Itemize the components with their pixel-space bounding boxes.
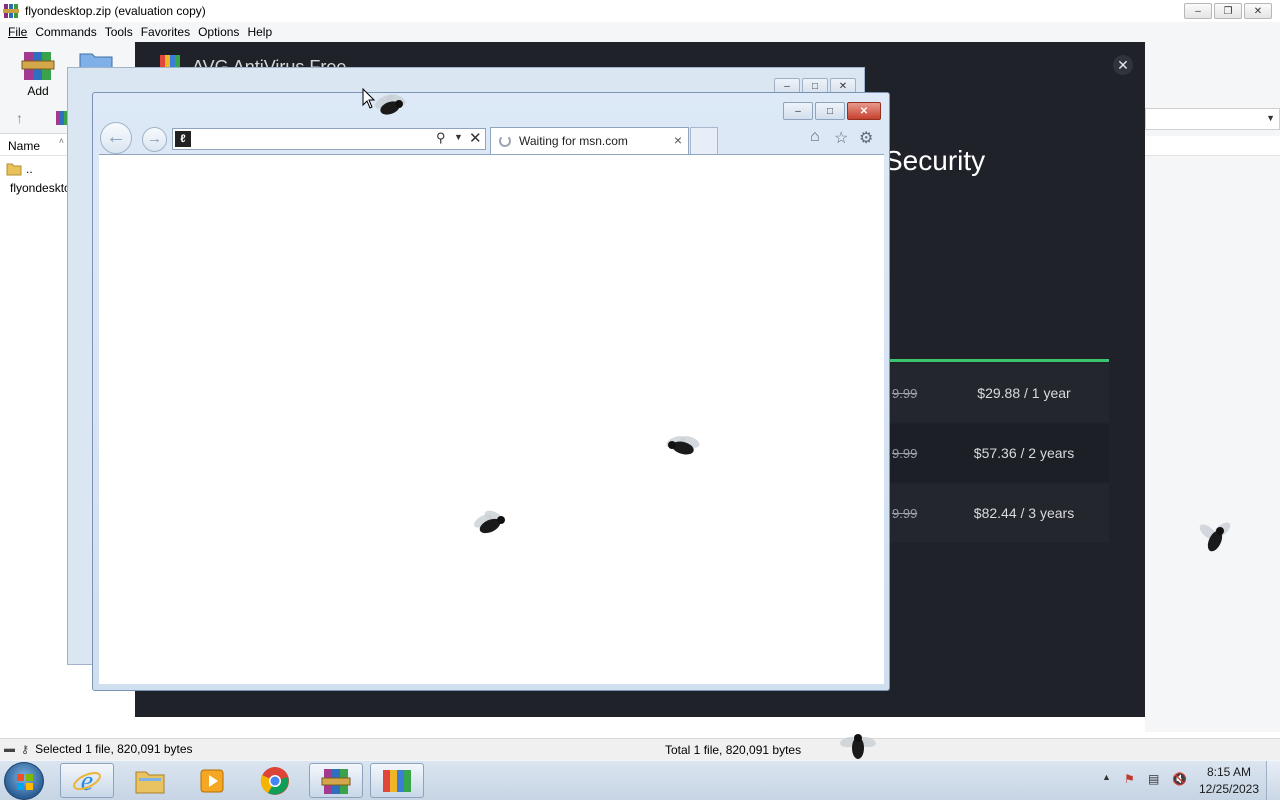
file-name: .. xyxy=(26,162,33,176)
price-option[interactable]: 9.99 $29.88 / 1 year xyxy=(890,364,1109,422)
new-price: $82.44 / 3 years xyxy=(973,505,1075,521)
list-item[interactable]: flyondesktop xyxy=(0,179,68,197)
menu-options[interactable]: Options xyxy=(198,25,239,39)
fly-icon xyxy=(374,94,406,115)
close-button[interactable]: ✕ xyxy=(1244,3,1272,19)
column-header-name[interactable]: Name ˄ xyxy=(0,136,68,156)
home-icon[interactable]: ⌂ xyxy=(810,128,820,146)
old-price: 9.99 xyxy=(892,505,918,521)
clock-date: 12/25/2023 xyxy=(1198,782,1260,796)
gear-icon[interactable]: ⚙ xyxy=(859,128,873,148)
search-icon[interactable]: ⚲ xyxy=(436,130,446,146)
show-hidden-icons-arrow[interactable]: ▲ xyxy=(1102,772,1111,782)
status-bar: ▬ ⚷ Selected 1 file, 820,091 bytes Total… xyxy=(0,738,1280,760)
system-clock[interactable]: 8:15 AM 12/25/2023 xyxy=(1196,764,1262,798)
loading-spinner-icon xyxy=(499,135,511,147)
file-name: flyondesktop xyxy=(10,181,68,195)
maximize-button[interactable]: □ xyxy=(815,102,845,120)
add-label: Add xyxy=(27,84,49,98)
show-desktop-button[interactable] xyxy=(1266,761,1280,800)
action-center-flag-icon[interactable]: ⚑ xyxy=(1124,772,1135,786)
network-icon[interactable]: ▤ xyxy=(1148,772,1159,786)
menu-help[interactable]: Help xyxy=(247,25,272,39)
price-option[interactable]: 9.99 $57.36 / 2 years xyxy=(890,424,1109,482)
fly-icon xyxy=(666,436,700,455)
old-price: 9.99 xyxy=(892,385,918,401)
close-button[interactable]: ✕ xyxy=(847,102,881,120)
menu-bar: File Commands Tools Favorites Options He… xyxy=(0,22,1280,42)
menu-file[interactable]: File xyxy=(8,25,27,39)
media-player-icon xyxy=(200,769,224,792)
tab-close-icon[interactable]: × xyxy=(674,132,682,148)
menu-favorites[interactable]: Favorites xyxy=(141,25,190,39)
internet-explorer-icon: e xyxy=(73,766,101,796)
old-price: 9.99 xyxy=(892,445,918,461)
up-arrow-icon[interactable]: ↑ xyxy=(16,110,23,126)
mouse-cursor-icon xyxy=(362,88,376,109)
drive-icon: ▬ xyxy=(4,743,15,755)
window-title: flyondesktop.zip (evaluation copy) xyxy=(25,4,206,18)
chevron-down-icon[interactable]: ▼ xyxy=(1266,113,1275,123)
status-selected: Selected 1 file, 820,091 bytes xyxy=(35,742,193,756)
favorites-star-icon[interactable]: ☆ xyxy=(834,128,848,148)
page-content-area[interactable] xyxy=(99,154,884,684)
taskbar-media-player[interactable] xyxy=(185,763,239,798)
taskbar-file-explorer[interactable] xyxy=(123,763,177,798)
tab-label: Waiting for msn.com xyxy=(519,134,628,148)
plan-highlight-bar xyxy=(890,359,1109,362)
minimize-button[interactable]: – xyxy=(783,102,813,120)
back-arrow-icon[interactable]: ← xyxy=(100,122,132,154)
winrar-icon xyxy=(321,768,351,794)
status-total: Total 1 file, 820,091 bytes xyxy=(665,743,802,757)
msn-site-icon: ℓ xyxy=(175,131,191,147)
menu-tools[interactable]: Tools xyxy=(105,25,133,39)
fly-icon xyxy=(1199,522,1231,552)
forward-arrow-icon[interactable]: → xyxy=(142,127,167,152)
list-item[interactable]: .. xyxy=(0,160,68,178)
restore-button[interactable]: ❐ xyxy=(1214,3,1242,19)
column-name-label: Name xyxy=(8,138,41,153)
address-input[interactable] xyxy=(195,130,425,148)
price-option[interactable]: 9.99 $82.44 / 3 years xyxy=(890,484,1109,542)
chrome-icon xyxy=(260,766,289,795)
winrar-app-icon xyxy=(3,4,19,18)
taskbar-chrome[interactable] xyxy=(248,763,302,798)
new-price: $57.36 / 2 years xyxy=(973,445,1075,461)
chevron-down-icon[interactable]: ▼ xyxy=(454,132,463,142)
avg-icon xyxy=(383,769,411,792)
avg-close-button[interactable]: ✕ xyxy=(1113,55,1133,75)
minimize-button[interactable]: – xyxy=(1184,3,1212,19)
browser-tab[interactable]: Waiting for msn.com × xyxy=(490,127,689,154)
fly-icon xyxy=(840,734,876,759)
add-button[interactable]: Add xyxy=(18,48,58,102)
taskbar-internet-explorer[interactable]: e xyxy=(60,763,114,798)
windows-logo-icon xyxy=(17,774,33,790)
address-dropdown[interactable]: ▼ xyxy=(1145,108,1280,130)
sort-arrow-icon: ˄ xyxy=(58,136,64,146)
taskbar-avg[interactable] xyxy=(370,763,424,798)
clock-time: 8:15 AM xyxy=(1206,765,1252,779)
new-price: $29.88 / 1 year xyxy=(977,385,1071,401)
start-button[interactable] xyxy=(4,762,44,800)
new-tab-button[interactable] xyxy=(690,127,718,154)
stop-icon[interactable]: ✕ xyxy=(469,129,482,147)
fly-icon xyxy=(473,510,505,534)
avg-heading: Security xyxy=(884,145,986,176)
address-bar[interactable]: ℓ ⚲ ▼ ✕ xyxy=(172,128,486,150)
volume-muted-icon[interactable]: 🔇 xyxy=(1172,772,1187,786)
taskbar-winrar[interactable] xyxy=(309,763,363,798)
menu-commands[interactable]: Commands xyxy=(35,25,96,39)
column-header-area xyxy=(1145,136,1280,156)
winrar-titlebar[interactable]: flyondesktop.zip (evaluation copy) – ❐ ✕ xyxy=(0,0,1280,22)
key-icon: ⚷ xyxy=(21,743,30,756)
file-explorer-icon xyxy=(135,771,165,793)
folder-up-icon xyxy=(6,163,22,176)
svg-text:e: e xyxy=(81,766,93,796)
add-archive-icon xyxy=(21,52,55,80)
